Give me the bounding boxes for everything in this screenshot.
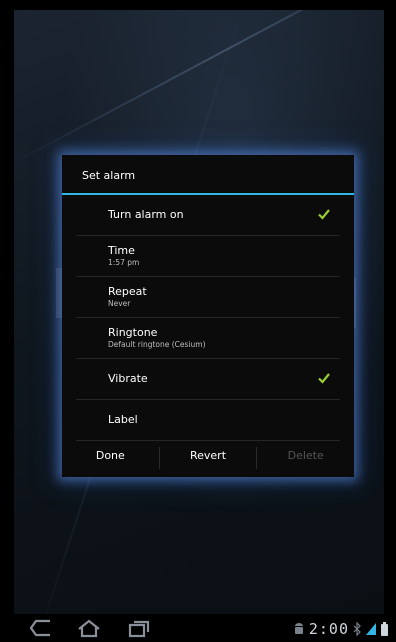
back-icon[interactable]	[28, 618, 54, 638]
turn-alarm-on-row[interactable]: Turn alarm on	[76, 195, 340, 236]
ringtone-row[interactable]: Ringtone Default ringtone (Cesium)	[76, 318, 340, 359]
ringtone-label: Ringtone	[108, 326, 158, 339]
label-row[interactable]: Label	[76, 400, 340, 441]
time-label: Time	[108, 244, 135, 257]
vibrate-row[interactable]: Vibrate	[76, 359, 340, 400]
dialog-title: Set alarm	[62, 155, 354, 195]
set-alarm-dialog: Set alarm Turn alarm on Time 1:57 pm Rep…	[62, 155, 354, 477]
bluetooth-icon	[353, 622, 361, 636]
dialog-button-bar: Done Revert Delete	[62, 439, 354, 477]
system-bar: 2:00	[0, 614, 396, 642]
time-value: 1:57 pm	[108, 258, 140, 267]
ringtone-value: Default ringtone (Cesium)	[108, 340, 206, 349]
delete-button[interactable]: Delete	[257, 439, 354, 477]
time-row[interactable]: Time 1:57 pm	[76, 236, 340, 277]
repeat-value: Never	[108, 299, 131, 308]
vibrate-label: Vibrate	[108, 372, 148, 385]
home-icon[interactable]	[76, 618, 102, 638]
repeat-label: Repeat	[108, 285, 147, 298]
battery-icon	[381, 622, 388, 636]
signal-icon	[366, 623, 376, 635]
repeat-row[interactable]: Repeat Never	[76, 277, 340, 318]
checkbox-checked-icon[interactable]	[318, 372, 330, 384]
android-icon	[294, 623, 303, 634]
status-time: 2:00	[308, 620, 349, 638]
revert-button[interactable]: Revert	[160, 439, 257, 477]
checkbox-checked-icon[interactable]	[318, 208, 330, 220]
done-button[interactable]: Done	[62, 439, 159, 477]
recent-apps-icon[interactable]	[126, 618, 152, 638]
status-area[interactable]: 2:00	[293, 620, 388, 638]
turn-alarm-on-label: Turn alarm on	[108, 208, 184, 221]
label-label: Label	[108, 413, 138, 426]
